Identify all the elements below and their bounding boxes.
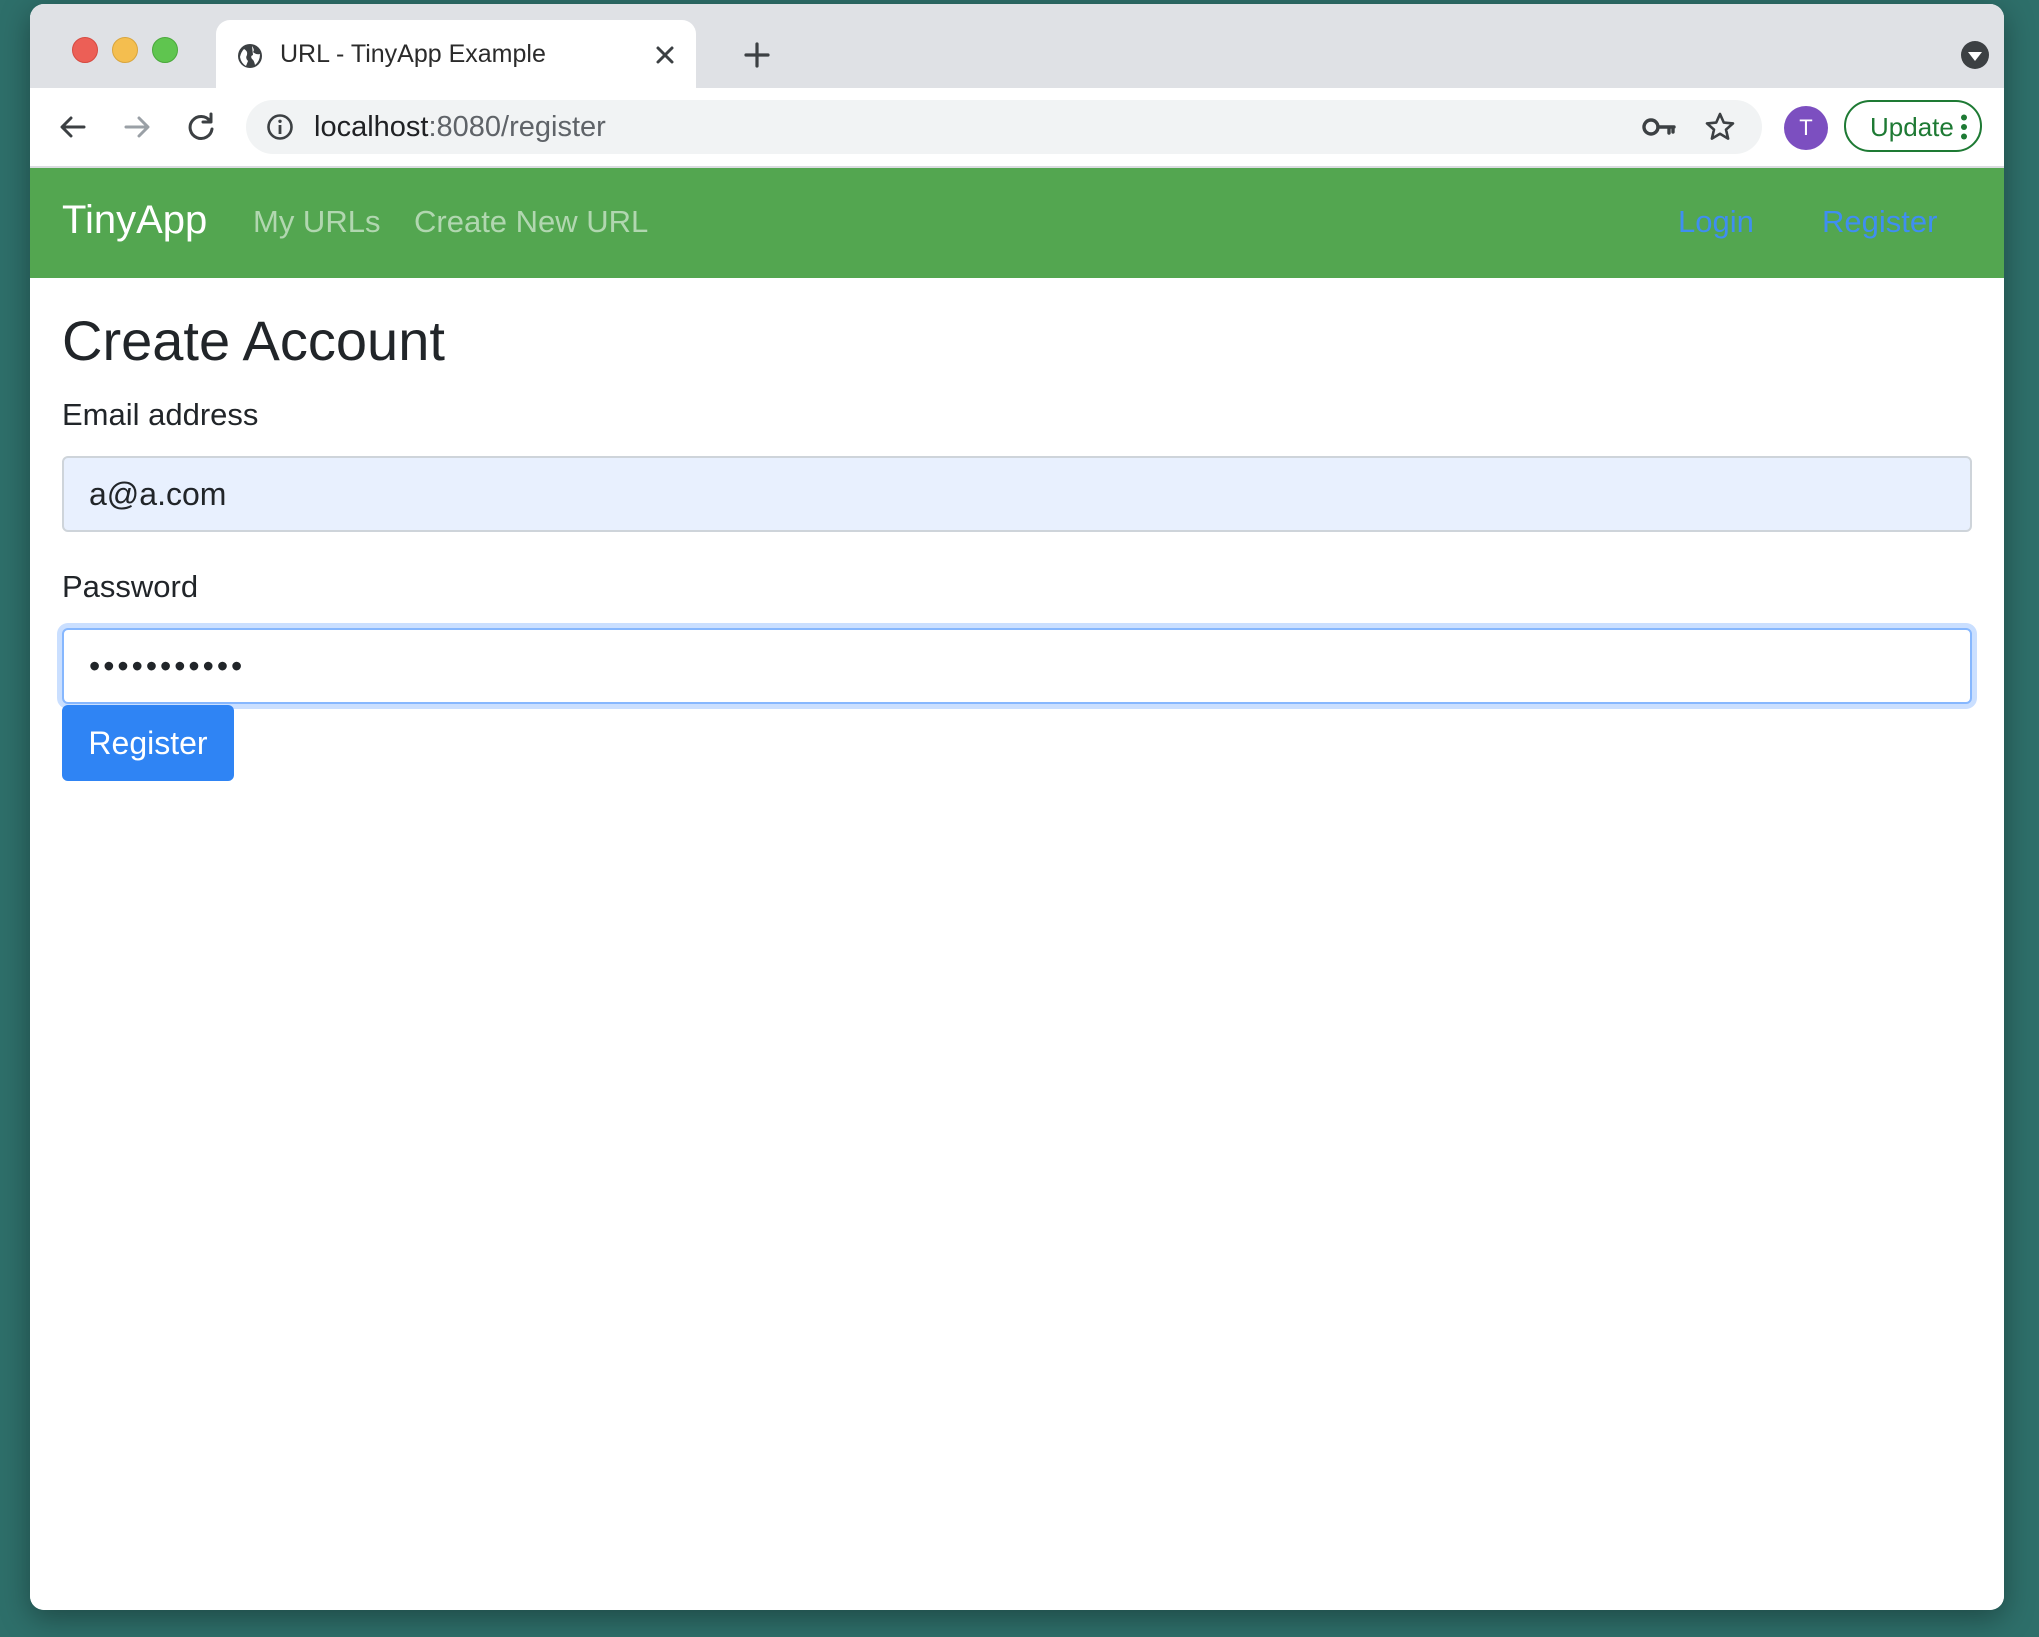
globe-icon — [238, 44, 262, 68]
nav-my-urls[interactable]: My URLs — [253, 204, 380, 240]
nav-register[interactable]: Register — [1822, 204, 1937, 240]
minimize-window-button[interactable] — [112, 37, 138, 63]
update-button[interactable]: Update — [1844, 100, 1982, 152]
nav-create-new-url[interactable]: Create New URL — [414, 204, 648, 240]
address-path: :8080/register — [428, 111, 606, 143]
maximize-window-button[interactable] — [152, 37, 178, 63]
back-arrow-icon[interactable] — [56, 110, 90, 144]
browser-window: URL - TinyApp Example localhost:8080/reg… — [30, 4, 2004, 1610]
email-field[interactable] — [62, 456, 1972, 532]
register-button[interactable]: Register — [62, 705, 234, 781]
email-label: Email address — [62, 397, 259, 432]
brand-link[interactable]: TinyApp — [62, 198, 207, 243]
reload-icon[interactable] — [184, 110, 218, 144]
key-icon[interactable] — [1642, 113, 1676, 141]
browser-tab[interactable]: URL - TinyApp Example — [216, 20, 696, 88]
page-title: Create Account — [62, 309, 445, 372]
password-label: Password — [62, 569, 199, 604]
tab-title: URL - TinyApp Example — [280, 40, 546, 68]
address-bar[interactable]: localhost:8080/register — [246, 100, 1762, 154]
nav-login[interactable]: Login — [1678, 204, 1754, 240]
address-url[interactable]: localhost:8080/register — [314, 111, 606, 144]
profile-avatar[interactable]: T — [1784, 106, 1828, 150]
close-window-button[interactable] — [72, 37, 98, 63]
address-host: localhost — [314, 111, 429, 143]
password-field[interactable] — [62, 628, 1972, 704]
browser-toolbar: localhost:8080/register T Update — [30, 88, 2004, 168]
kebab-menu-icon[interactable] — [1960, 114, 1968, 140]
forward-arrow-icon[interactable] — [120, 110, 154, 144]
update-label: Update — [1870, 112, 1954, 142]
info-icon[interactable] — [266, 113, 294, 141]
tab-strip: URL - TinyApp Example — [30, 4, 2004, 88]
page-content: TinyApp My URLs Create New URL Login Reg… — [30, 168, 2004, 1610]
close-icon[interactable] — [652, 42, 678, 68]
site-navbar: TinyApp My URLs Create New URL Login Reg… — [30, 168, 2004, 278]
plus-icon[interactable] — [742, 40, 772, 70]
tab-search-icon[interactable] — [1960, 40, 1990, 70]
star-icon[interactable] — [1704, 111, 1736, 143]
